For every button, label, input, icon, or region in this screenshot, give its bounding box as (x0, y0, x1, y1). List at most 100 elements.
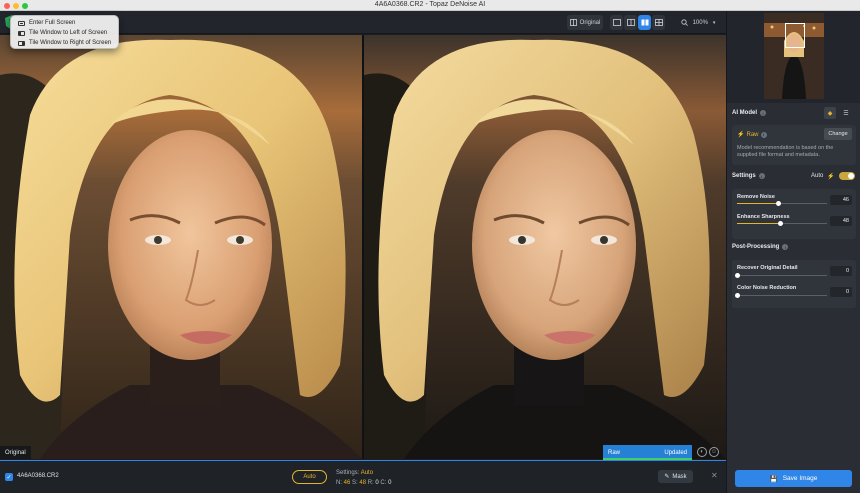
auto-settings-toggle-row: Auto ⚡ (811, 172, 855, 180)
ai-model-card: ⚡ Raw i Change Model recommendation is b… (732, 125, 856, 165)
menu-item-enter-full-screen[interactable]: Enter Full Screen (14, 18, 115, 28)
zoom-control[interactable]: 100% ▾ (678, 15, 718, 30)
compare-after-icon[interactable]: ☺ (709, 447, 719, 457)
file-queue-bar: ✓ 4A6A0368.CR2 Auto Settings: Auto N: 46… (0, 460, 726, 493)
auto-toggle[interactable] (838, 172, 855, 180)
n-value: 46 (343, 480, 351, 486)
color-noise-slider[interactable] (735, 293, 827, 298)
recover-detail-slider[interactable] (735, 273, 827, 278)
color-noise-label: Color Noise Reduction (737, 285, 797, 291)
change-model-button[interactable]: Change (824, 128, 852, 140)
settings-heading: Settings i (732, 173, 765, 179)
c-label: C: (380, 480, 387, 486)
info-icon[interactable]: i (782, 244, 789, 250)
save-image-label: Save Image (782, 475, 818, 482)
remove-noise-slider[interactable] (737, 201, 827, 206)
window-context-menu: Enter Full Screen Tile Window to Left of… (10, 15, 119, 49)
info-icon[interactable]: i (758, 173, 765, 179)
split-view-icon (626, 19, 635, 26)
enhance-sharpness-label: Enhance Sharpness (737, 214, 790, 220)
original-toggle-button[interactable]: Original (567, 15, 603, 30)
status-tag: Updated (664, 449, 687, 456)
settings-summary-label: Settings: (336, 470, 360, 476)
right-sidebar: AI Model i ◆ ☰ ⚡ Raw i Change Model reco… (726, 11, 860, 493)
model-status-bar: Raw Updated (603, 445, 692, 460)
model-recommendation-note: Model recommendation is based on the sup… (737, 145, 834, 158)
model-selection-icon[interactable]: ◆ (824, 107, 836, 119)
mask-label: Mask (672, 473, 687, 480)
settings-summary-mode: Auto (360, 470, 374, 476)
color-noise-value[interactable]: 0 (830, 287, 852, 297)
navigator-thumbnail[interactable] (764, 13, 824, 99)
menu-item-tile-left[interactable]: Tile Window to Left of Screen (14, 28, 115, 38)
slider-knob[interactable] (735, 273, 740, 278)
tile-right-icon (18, 40, 25, 46)
model-name-label: Raw (746, 131, 759, 138)
lightning-icon: ⚡ (827, 173, 835, 180)
enhance-sharpness-value[interactable]: 48 (830, 216, 852, 226)
mask-button[interactable]: ✎ Mask (658, 470, 693, 483)
remove-file-icon[interactable]: ✕ (711, 471, 718, 480)
settings-title: Settings (732, 173, 756, 179)
info-icon[interactable]: i (760, 131, 767, 138)
window-title: 4A6A0368.CR2 - Topaz DeNoise AI (374, 1, 486, 8)
n-label: N: (336, 480, 342, 486)
slider-knob[interactable] (778, 221, 784, 226)
settings-card: Remove Noise 46 Enhance Sharpness 48 (732, 189, 856, 239)
ai-model-heading: AI Model i (732, 110, 766, 116)
processed-portrait-image (364, 35, 726, 459)
processed-preview-pane[interactable] (364, 35, 726, 459)
slider-fill (737, 223, 781, 224)
ai-model-title: AI Model (732, 110, 757, 116)
fullscreen-icon (18, 20, 25, 26)
menu-item-label: Tile Window to Left of Screen (29, 30, 108, 36)
menu-item-tile-right[interactable]: Tile Window to Right of Screen (14, 38, 115, 48)
navigator-viewport-frame[interactable] (785, 23, 805, 48)
file-checkbox[interactable]: ✓ (5, 473, 13, 481)
model-tag: Raw (608, 449, 621, 456)
side-by-side-view-button[interactable] (638, 15, 651, 30)
post-processing-title: Post-Processing (732, 244, 780, 250)
settings-summary: Settings: Auto N: 46 S: 48 R: 0 C: 0 (336, 468, 391, 488)
recover-detail-value[interactable]: 0 (830, 266, 852, 276)
navigator-panel (727, 11, 860, 103)
info-icon[interactable]: i (760, 110, 766, 116)
original-preview-pane[interactable] (0, 35, 362, 459)
r-value: 0 (375, 480, 379, 486)
post-processing-card: Recover Original Detail 0 Color Noise Re… (732, 260, 856, 308)
s-value: 48 (359, 480, 367, 486)
quad-view-button[interactable] (652, 15, 665, 30)
menu-item-label: Tile Window to Right of Screen (29, 40, 112, 46)
side-by-side-icon (641, 19, 648, 26)
auto-button[interactable]: Auto (292, 470, 327, 484)
compare-icon (569, 19, 577, 26)
c-value: 0 (388, 480, 392, 486)
lightning-icon: ⚡ (737, 132, 745, 138)
zoom-icon (680, 19, 688, 26)
title-bar: 4A6A0368.CR2 - Topaz DeNoise AI (0, 0, 860, 11)
zoom-value: 100% (692, 19, 708, 26)
menu-item-label: Enter Full Screen (29, 20, 76, 26)
list-icon[interactable]: ☰ (840, 107, 852, 119)
r-label: R: (367, 480, 374, 486)
single-view-button[interactable] (610, 15, 623, 30)
chevron-down-icon: ▾ (712, 19, 716, 26)
recover-detail-label: Recover Original Detail (737, 265, 798, 271)
save-icon: 💾 (769, 475, 778, 483)
split-view-button[interactable] (624, 15, 637, 30)
slider-knob[interactable] (735, 293, 740, 298)
tile-left-icon (18, 30, 25, 36)
remove-noise-value[interactable]: 46 (830, 195, 852, 205)
enhance-sharpness-slider[interactable] (737, 221, 827, 226)
save-image-button[interactable]: 💾 Save Image (735, 470, 852, 487)
slider-knob[interactable] (776, 201, 782, 206)
remove-noise-label: Remove Noise (737, 194, 775, 200)
post-processing-heading: Post-Processing i (732, 244, 789, 250)
auto-label: Auto (811, 173, 824, 179)
single-view-icon (612, 19, 621, 26)
original-label: Original (579, 19, 601, 26)
s-label: S: (352, 480, 358, 486)
file-name: 4A6A0368.CR2 (17, 473, 59, 479)
model-name: ⚡ Raw i (737, 131, 767, 138)
compare-before-icon[interactable]: ◐ (697, 447, 707, 457)
